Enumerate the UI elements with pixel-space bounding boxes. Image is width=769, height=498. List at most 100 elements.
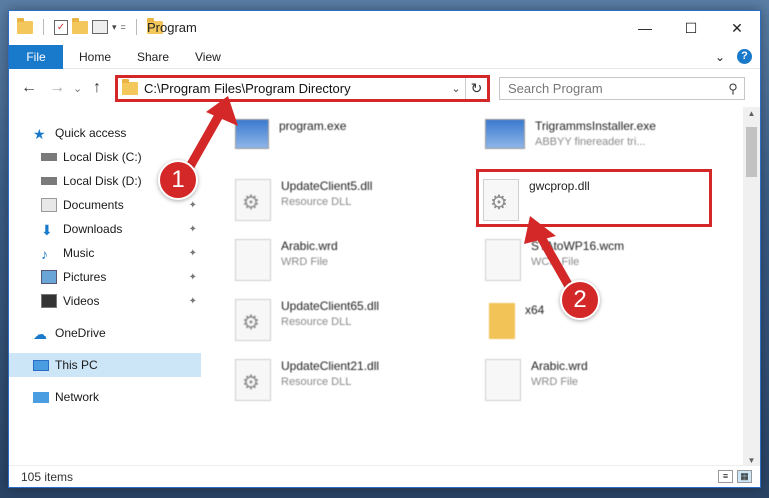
dll-icon — [235, 299, 271, 341]
address-folder-icon — [122, 79, 138, 95]
sidebar-item-pictures[interactable]: Pictures ✦ — [9, 265, 201, 289]
pin-icon[interactable]: ✦ — [189, 224, 197, 235]
search-icon[interactable]: ⚲ — [722, 81, 744, 97]
file-name: UpdateClient5.dll — [281, 179, 373, 193]
address-path[interactable]: C:\Program Files\Program Directory — [144, 81, 447, 96]
file-type: ABBYY finereader tri... — [535, 136, 646, 148]
recent-locations-icon[interactable]: ⌄ — [73, 82, 82, 95]
large-icons-view-icon[interactable]: ▦ — [737, 470, 752, 483]
folder-icon[interactable] — [17, 17, 33, 34]
help-icon[interactable]: ? — [737, 49, 752, 64]
toolbar-divider — [135, 19, 137, 35]
details-view-icon[interactable]: ≡ — [718, 470, 733, 483]
file-name: Arabic.wrd — [281, 239, 338, 253]
up-arrow-icon[interactable]: ↑ — [93, 79, 101, 97]
view-toggle: ≡ ▦ — [718, 470, 752, 483]
list-item-gwcprop[interactable]: gwcprop.dll — [483, 173, 590, 221]
forward-arrow-icon[interactable]: → — [49, 79, 65, 97]
file-icon — [485, 239, 521, 281]
sidebar-item-label: Pictures — [63, 270, 107, 284]
refresh-icon[interactable]: ↻ — [465, 78, 487, 99]
pin-icon[interactable]: ✦ — [189, 272, 197, 283]
sidebar-item-this-pc[interactable]: This PC — [9, 353, 201, 377]
documents-icon — [41, 198, 57, 212]
sidebar-item-label: This PC — [55, 358, 98, 372]
sidebar-item-label: Downloads — [63, 222, 123, 236]
dll-icon — [235, 179, 271, 221]
pin-icon[interactable]: ✦ — [189, 200, 197, 211]
search-input[interactable] — [508, 81, 722, 96]
explorer-window: ✓ ▾ = Program — ☐ ✕ File Home Share View… — [8, 10, 761, 488]
qat-dropdown-icon[interactable]: ▾ — [112, 22, 117, 33]
file-type: WRD File — [281, 256, 329, 268]
scrollbar-thumb[interactable] — [746, 127, 757, 177]
sidebar-item-label: OneDrive — [55, 326, 106, 340]
sidebar-item-label: Quick access — [55, 126, 127, 140]
sidebar-item-label: Documents — [63, 198, 124, 212]
list-item[interactable]: UpdateClient21.dll Resource DLL — [235, 353, 475, 409]
search-box[interactable]: ⚲ — [499, 77, 745, 100]
list-item[interactable]: UpdateClient5.dll Resource DLL — [235, 173, 475, 229]
new-folder-icon[interactable] — [72, 17, 88, 34]
tab-view[interactable]: View — [195, 45, 221, 69]
list-item[interactable]: x64 — [489, 297, 729, 353]
list-item[interactable]: program.exe — [235, 113, 475, 169]
scroll-down-icon[interactable]: ▼ — [743, 456, 760, 465]
file-name: STAtoWP16.wcm — [531, 239, 625, 253]
sidebar-item-music[interactable]: ♪ Music ✦ — [9, 241, 201, 265]
maximize-button[interactable]: ☐ — [668, 11, 714, 45]
list-item[interactable]: Arabic.wrd WRD File — [235, 233, 475, 289]
address-bar[interactable]: C:\Program Files\Program Directory ⌄ ↻ — [115, 75, 490, 102]
pin-icon[interactable]: ✦ — [189, 248, 197, 259]
drive-icon — [41, 153, 57, 161]
file-icon — [485, 359, 521, 401]
callout-badge-1: 1 — [158, 160, 198, 200]
sidebar-item-label: Network — [55, 390, 100, 404]
minimize-button[interactable]: — — [622, 11, 668, 45]
file-type: Resource DLL — [281, 196, 352, 208]
exe-icon — [485, 119, 525, 149]
qat-customize-icon[interactable]: = — [121, 22, 126, 32]
quick-access-toolbar: ✓ ▾ = — [17, 17, 163, 35]
file-name: UpdateClient65.dll — [281, 299, 380, 313]
list-item[interactable]: UpdateClient65.dll Resource DLL — [235, 293, 475, 349]
network-icon — [33, 391, 49, 403]
folder-icon — [489, 303, 515, 339]
properties-icon[interactable] — [92, 20, 108, 34]
properties-check-icon[interactable]: ✓ — [54, 19, 68, 35]
sidebar-item-onedrive[interactable]: ☁ OneDrive — [9, 321, 201, 345]
exe-icon — [235, 119, 269, 149]
file-type: WCM File — [531, 256, 580, 268]
file-name: TrigrammsInstaller.exe — [535, 119, 656, 133]
file-name: UpdateClient21.dll — [281, 359, 380, 373]
expand-ribbon-icon[interactable]: ⌄ — [715, 50, 725, 64]
file-type: Resource DLL — [281, 316, 352, 328]
file-name: gwcprop.dll — [529, 179, 590, 193]
pin-icon[interactable]: ✦ — [189, 296, 197, 307]
sidebar-item-videos[interactable]: Videos ✦ — [9, 289, 201, 313]
sidebar-item-network[interactable]: Network — [9, 385, 201, 409]
close-button[interactable]: ✕ — [714, 11, 760, 45]
vertical-scrollbar[interactable]: ▲ ▼ — [743, 107, 760, 467]
cloud-icon: ☁ — [33, 326, 47, 342]
dll-icon — [483, 179, 519, 221]
address-dropdown-icon[interactable]: ⌄ — [447, 82, 465, 95]
download-icon: ⬇ — [41, 222, 53, 238]
list-item[interactable]: TrigrammsInstaller.exe ABBYY finereader … — [485, 113, 725, 169]
file-name: Arabic.wrd — [531, 359, 588, 373]
list-item[interactable]: Arabic.wrd WRD File — [485, 353, 725, 409]
sidebar-item-label: Videos — [63, 294, 100, 308]
computer-icon — [33, 359, 49, 371]
sidebar-item-quick-access[interactable]: ★ Quick access — [9, 121, 201, 145]
file-icon — [235, 239, 271, 281]
scroll-up-icon[interactable]: ▲ — [743, 109, 760, 118]
music-icon: ♪ — [41, 246, 48, 262]
window-controls: — ☐ ✕ — [622, 11, 760, 45]
sidebar-item-downloads[interactable]: ⬇ Downloads ✦ — [9, 217, 201, 241]
videos-icon — [41, 294, 57, 308]
list-item[interactable]: STAtoWP16.wcm WCM File — [485, 233, 725, 289]
back-arrow-icon[interactable]: ← — [21, 79, 37, 97]
tab-home[interactable]: Home — [79, 45, 111, 69]
tab-share[interactable]: Share — [137, 45, 169, 69]
tab-file[interactable]: File — [9, 45, 63, 69]
